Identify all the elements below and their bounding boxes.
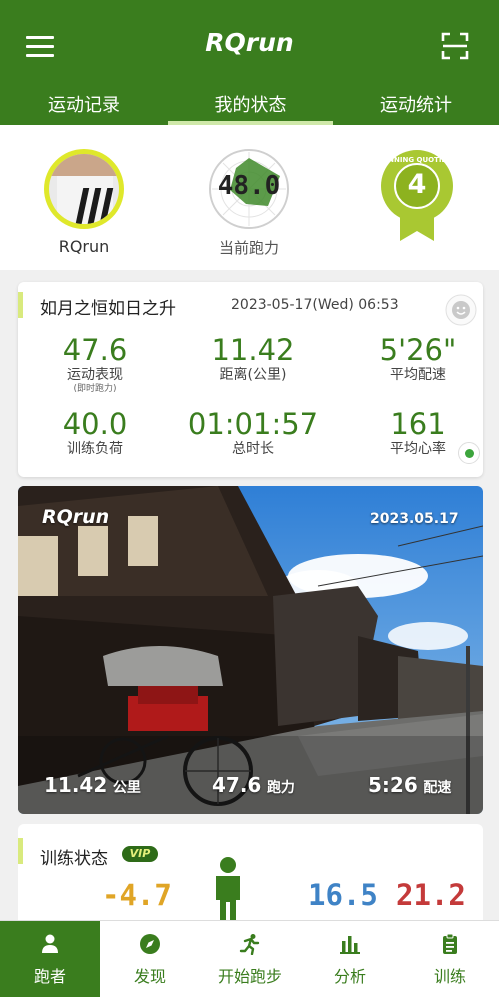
photo-pace: 5:26 配速 [368,773,451,797]
person-icon [42,934,58,953]
profile-strip: RQrun 48.0 当前跑力 RUNNING QUOTIENT 4 [0,125,499,270]
avatar[interactable] [44,149,124,229]
nav-label: 跑者 [33,967,66,986]
training-value-load: 21.2 [396,878,466,912]
stat-label: 运动表现 [67,367,123,383]
stat-label: 总时长 [232,441,274,457]
stat-total-time: 01:01:57 总时长 [178,408,328,458]
stat-value: 47.6 [62,333,128,367]
rq-badge-text: RUNNING QUOTIENT [380,156,454,164]
compass-icon [140,934,160,954]
training-status-title: 训练状态 [40,849,108,869]
stat-label: 训练负荷 [67,441,123,457]
stat-avg-pace: 5'26" 平均配速 [343,334,493,384]
current-ability-value: 48.0 [217,171,281,201]
training-value-fitness: -4.7 [102,878,172,912]
nav-training[interactable]: 训练 [400,921,499,997]
photo-brand: RQrun [42,506,110,528]
stat-value: 161 [390,407,446,441]
app-root: RQrun 运动记录 我的状态 运动统计 RQrun 48.0 当前跑力 RUN… [0,0,499,997]
stat-sub-label: (即时跑力) [73,384,117,394]
status-toggle[interactable] [458,442,480,464]
stat-label: 距离(公里) [219,367,287,383]
street-photo [18,486,483,814]
runner-icon [239,934,260,955]
scan-icon[interactable] [441,32,469,60]
photo-date: 2023.05.17 [370,511,459,527]
photo-distance-unit: 公里 [112,780,141,796]
activity-photo-card[interactable]: RQrun 2023.05.17 11.42 公里 47.6 跑力 5:26 配… [18,486,483,814]
nav-analysis[interactable]: 分析 [300,921,400,997]
stat-performance: 47.6 运动表现 (即时跑力) [20,334,170,395]
nav-runner[interactable]: 跑者 [0,921,100,997]
photo-pace-value: 5:26 [368,773,418,797]
stat-value: 01:01:57 [187,407,319,441]
nav-label: 训练 [433,967,466,986]
rq-level: 4 [407,169,427,200]
stat-training-load: 40.0 训练负荷 [20,408,170,458]
activity-summary-card[interactable]: 如月之恒如日之升 2023-05-17(Wed) 06:53 47.6 运动表现… [18,282,483,477]
stat-distance: 11.42 距离(公里) [178,334,328,384]
tab-exercise-stats[interactable]: 运动统计 [333,90,499,125]
stat-value: 5'26" [379,333,457,367]
tab-my-status[interactable]: 我的状态 [168,90,333,125]
nav-discover[interactable]: 发现 [100,921,200,997]
activity-title: 如月之恒如日之升 [40,299,176,319]
stat-value: 11.42 [211,333,295,367]
bar-chart-icon [340,936,360,954]
nav-label: 分析 [333,967,366,986]
smile-icon[interactable] [445,294,477,326]
photo-ability-value: 47.6 [212,773,262,797]
clipboard-icon [443,933,457,954]
current-ability-label: 当前跑力 [218,239,279,257]
username: RQrun [58,237,110,256]
top-bar: RQrun 运动记录 我的状态 运动统计 [0,0,499,125]
photo-pace-unit: 配速 [423,780,452,796]
nav-start-run[interactable]: 开始跑步 [200,921,300,997]
photo-distance: 11.42 公里 [44,773,141,797]
card-accent-bar [18,838,23,864]
tab-exercise-records[interactable]: 运动记录 [0,90,168,125]
photo-distance-value: 11.42 [44,773,108,797]
card-accent-bar [18,292,23,318]
photo-ability-unit: 跑力 [266,780,295,796]
bottom-nav: 跑者 发现 开始跑步 分析 训练 [0,920,499,997]
activity-date: 2023-05-17(Wed) 06:53 [231,297,399,313]
photo-ability: 47.6 跑力 [212,773,295,797]
training-status-card[interactable]: 训练状态 VIP -4.7 16.5 21.2 [18,824,483,934]
stat-value: 40.0 [62,407,128,441]
nav-label: 发现 [133,967,166,986]
person-figure-icon [216,857,240,926]
vip-badge: VIP [122,846,158,862]
training-value-fatigue: 16.5 [308,878,378,912]
app-title: RQrun [205,28,294,57]
stat-label: 平均配速 [390,367,446,383]
nav-label: 开始跑步 [217,967,282,986]
avatar-image [49,154,119,224]
